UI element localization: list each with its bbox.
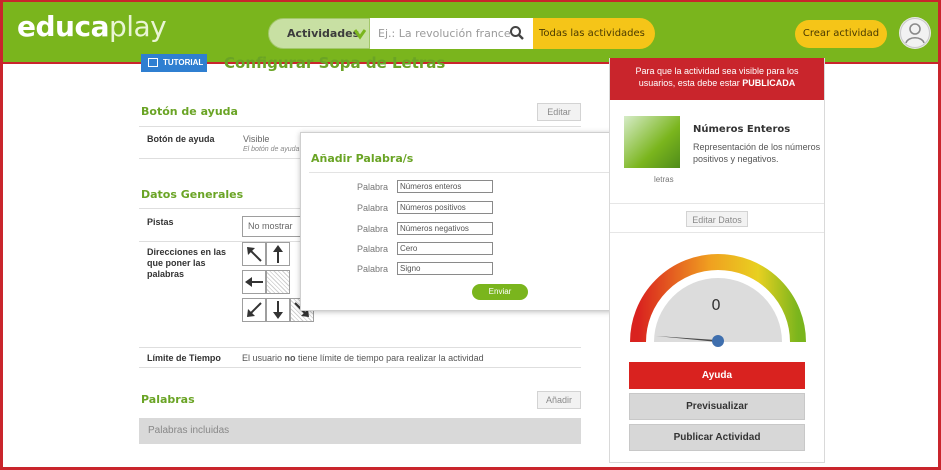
enviar-button[interactable]: Enviar (472, 284, 528, 300)
editar-datos-button[interactable]: Editar Datos (686, 211, 748, 227)
publicar-actividad-button[interactable]: Publicar Actividad (629, 424, 805, 451)
word-input-5[interactable]: Signo (397, 262, 493, 275)
arrow-left-icon (245, 277, 263, 287)
direction-left[interactable] (242, 270, 266, 294)
page-title: Configurar Sopa de Letras (224, 54, 446, 72)
educaplay-logo[interactable]: educaplay (17, 10, 167, 43)
tiempo-text-post: tiene límite de tiempo para realizar la … (295, 353, 484, 363)
tiempo-text-pre: El usuario (242, 353, 285, 363)
logo-text-light: play (108, 10, 167, 43)
add-words-button[interactable]: Añadir (537, 391, 581, 409)
tiempo-value: El usuario no tiene límite de tiempo par… (242, 353, 484, 363)
user-icon (900, 18, 930, 48)
thumbnail-caption: letras (654, 175, 674, 184)
dialog-title: Añadir Palabra/s (311, 152, 414, 165)
word-label: Palabra (356, 224, 388, 234)
divider (139, 126, 581, 127)
pistas-select[interactable]: No mostrar pi (242, 216, 302, 237)
activity-thumbnail (624, 116, 680, 168)
tutorial-label: TUTORIAL (163, 58, 204, 67)
banner-line-2-text: usuarios, esta debe estar (638, 78, 743, 88)
publish-notice-banner: Para que la actividad sea visible para l… (610, 58, 824, 100)
ayuda-button[interactable]: Ayuda (629, 362, 805, 389)
activity-name: Números Enteros (693, 124, 791, 135)
palabras-incluidas-bar[interactable]: Palabras incluidas (139, 418, 581, 444)
banner-line-1: Para que la actividad sea visible para l… (635, 66, 799, 76)
search-bar: Actividades Ej.: La revolución france To… (268, 18, 655, 49)
sidebar-divider (610, 203, 824, 204)
divider (139, 347, 581, 348)
frame-left (0, 0, 3, 470)
help-row-label: Botón de ayuda (147, 134, 215, 144)
crear-actividad-button[interactable]: Crear actividad (795, 20, 887, 48)
direction-down[interactable] (266, 298, 290, 322)
tiempo-label: Límite de Tiempo (147, 353, 221, 363)
logo-text-bold: educa (17, 10, 109, 43)
direction-up[interactable] (266, 242, 290, 266)
help-section-title: Botón de ayuda (141, 105, 238, 118)
arrow-up-icon (273, 245, 283, 263)
todas-actividades-button[interactable]: Todas las actividades (533, 18, 655, 49)
direction-up-left[interactable] (242, 242, 266, 266)
word-label: Palabra (356, 264, 388, 274)
chevron-down-icon (354, 29, 366, 40)
play-icon (148, 58, 158, 67)
divider (139, 367, 581, 368)
direcciones-label: Direcciones en las que poner las palabra… (147, 247, 227, 279)
user-avatar[interactable] (899, 17, 931, 49)
word-label: Palabra (356, 244, 388, 254)
edit-help-button[interactable]: Editar (537, 103, 581, 121)
help-row-value: Visible (243, 134, 270, 144)
arrow-up-left-icon (247, 247, 262, 262)
grid-center (266, 270, 290, 294)
word-label: Palabra (356, 182, 388, 192)
help-row-sub: El botón de ayuda (243, 146, 300, 153)
arrow-down-left-icon (247, 302, 262, 317)
word-input-4[interactable]: Cero (397, 242, 493, 255)
previsualizar-button[interactable]: Previsualizar (629, 393, 805, 420)
word-label: Palabra (356, 203, 388, 213)
word-input-1[interactable]: Números enteros (397, 180, 493, 193)
general-section-title: Datos Generales (141, 188, 244, 201)
word-input-2[interactable]: Números positivos (397, 201, 493, 214)
arrow-down-icon (273, 301, 283, 319)
banner-line-2: usuarios, esta debe estar PUBLICADA (610, 77, 824, 89)
pistas-label: Pistas (147, 217, 174, 227)
activity-description: Representación de los números positivos … (693, 142, 821, 164)
gauge-value: 0 (711, 296, 721, 314)
sidebar-divider (610, 232, 824, 233)
word-input-3[interactable]: Números negativos (397, 222, 493, 235)
dialog-divider (309, 172, 639, 173)
search-icon[interactable] (509, 25, 525, 41)
banner-line-2-bold: PUBLICADA (742, 78, 796, 88)
words-section-title: Palabras (141, 393, 195, 406)
add-word-dialog: Añadir Palabra/s x Palabra Números enter… (300, 132, 650, 311)
tiempo-text-bold: no (284, 353, 296, 363)
actividades-label: Actividades (287, 27, 360, 40)
direction-down-left[interactable] (242, 298, 266, 322)
